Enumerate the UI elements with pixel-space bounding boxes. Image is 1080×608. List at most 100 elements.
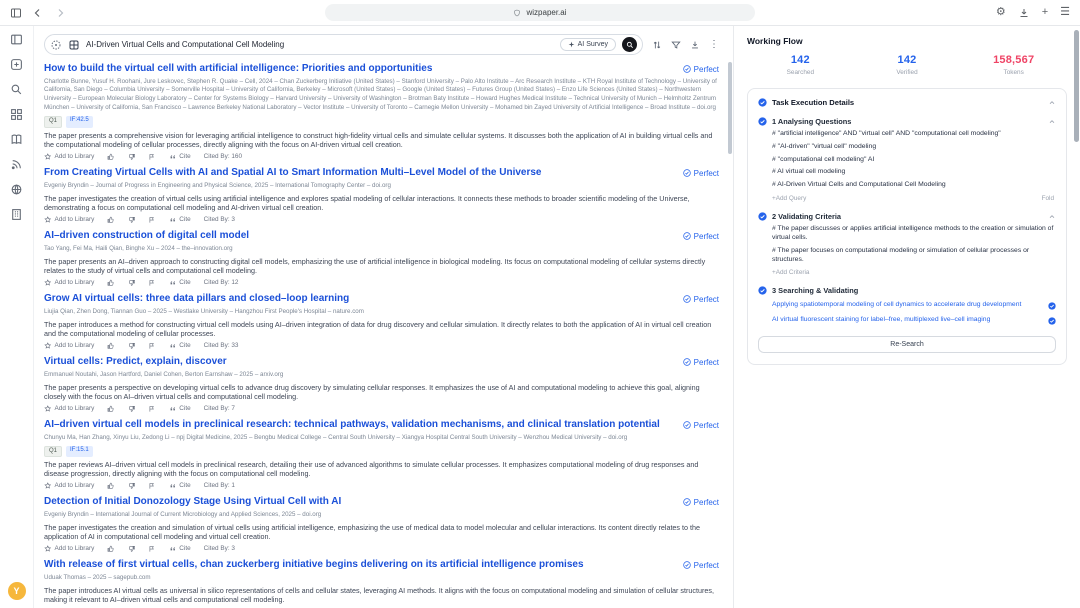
settings-gear-icon[interactable]: ⚙ xyxy=(996,7,1006,18)
thumbs-down-button[interactable] xyxy=(128,279,136,287)
cite-button[interactable]: Cite xyxy=(169,216,191,224)
cited-by[interactable]: Cited By: 7 xyxy=(204,405,235,412)
cite-button[interactable]: Cite xyxy=(169,279,191,287)
step-searching-validating[interactable]: 3 Searching & Validating xyxy=(758,286,1056,295)
flag-button[interactable] xyxy=(148,342,156,350)
ai-survey-button[interactable]: AI Survey xyxy=(560,38,616,51)
add-to-library-button[interactable]: Add to Library xyxy=(44,545,94,553)
menu-icon[interactable]: ☰ xyxy=(1060,7,1070,18)
paper-title[interactable]: From Creating Virtual Cells with AI and … xyxy=(44,167,673,180)
thumbs-up-button[interactable] xyxy=(107,405,115,413)
step-validating-criteria[interactable]: 2 Validating Criteria xyxy=(758,212,1056,221)
collections-icon[interactable] xyxy=(10,108,23,121)
add-to-library-button[interactable]: Add to Library xyxy=(44,342,94,350)
thumbs-up-button[interactable] xyxy=(107,482,115,490)
cited-by[interactable]: Cited By: 160 xyxy=(204,153,242,160)
collapse-chevron-icon[interactable] xyxy=(1048,213,1056,221)
validated-search-link[interactable]: AI virtual fluorescent staining for labe… xyxy=(772,316,990,325)
window-scrollbar[interactable] xyxy=(1074,30,1079,142)
new-tab-icon[interactable]: + xyxy=(1042,7,1048,18)
flag-button[interactable] xyxy=(148,545,156,553)
criteria-item[interactable]: # The paper focuses on computational mod… xyxy=(772,247,1056,265)
paper-title[interactable]: AI–driven construction of digital cell m… xyxy=(44,230,673,243)
results-scrollbar[interactable] xyxy=(728,62,732,154)
search-query-item[interactable]: # "AI-driven" "virtual cell" modeling xyxy=(772,143,1056,152)
collapse-rail-icon[interactable] xyxy=(10,33,23,46)
thumbs-down-button[interactable] xyxy=(128,342,136,350)
thumbs-up-button[interactable] xyxy=(107,279,115,287)
flag-button[interactable] xyxy=(148,216,156,224)
thumbs-up-button[interactable] xyxy=(107,153,115,161)
cite-button[interactable]: Cite xyxy=(169,545,191,553)
download-icon[interactable] xyxy=(1018,7,1030,19)
export-icon[interactable] xyxy=(690,40,700,50)
cite-button[interactable]: Cite xyxy=(169,342,191,350)
add-query-button[interactable]: +Add Query xyxy=(772,195,806,202)
cited-by[interactable]: Cited By: 3 xyxy=(204,545,235,552)
thumbs-down-button[interactable] xyxy=(128,545,136,553)
cite-button[interactable]: Cite xyxy=(169,482,191,490)
address-bar[interactable]: wizpaper.ai xyxy=(325,4,755,21)
search-submit-button[interactable] xyxy=(622,37,637,52)
category-grid-icon[interactable] xyxy=(68,39,80,51)
sidebar-toggle-icon[interactable] xyxy=(10,7,22,19)
flag-button[interactable] xyxy=(148,482,156,490)
organization-icon[interactable] xyxy=(10,208,23,221)
flag-button[interactable] xyxy=(148,153,156,161)
validated-search-row[interactable]: Applying spatiotemporal modeling of cell… xyxy=(772,301,1056,310)
cite-button[interactable]: Cite xyxy=(169,153,191,161)
cite-button[interactable]: Cite xyxy=(169,405,191,413)
sort-icon[interactable] xyxy=(652,40,662,50)
feed-icon[interactable] xyxy=(10,158,23,171)
scope-icon[interactable] xyxy=(50,39,62,51)
paper-title[interactable]: How to build the virtual cell with artif… xyxy=(44,63,673,76)
fold-button[interactable]: Fold xyxy=(1042,195,1054,202)
cited-by[interactable]: Cited By: 1 xyxy=(204,482,235,489)
collapse-chevron-icon[interactable] xyxy=(1048,99,1056,107)
search-query-item[interactable]: # "computational cell modeling" AI xyxy=(772,156,1056,165)
paper-title[interactable]: AI–driven virtual cell models in preclin… xyxy=(44,419,673,432)
flag-button[interactable] xyxy=(148,279,156,287)
paper-title[interactable]: Virtual cells: Predict, explain, discove… xyxy=(44,356,673,369)
cited-by[interactable]: Cited By: 33 xyxy=(204,342,239,349)
thumbs-down-button[interactable] xyxy=(128,216,136,224)
add-criteria-button[interactable]: +Add Criteria xyxy=(772,269,809,276)
search-icon[interactable] xyxy=(10,83,23,96)
add-to-library-button[interactable]: Add to Library xyxy=(44,405,94,413)
new-search-icon[interactable] xyxy=(10,58,23,71)
add-to-library-button[interactable]: Add to Library xyxy=(44,153,94,161)
search-bar[interactable]: AI-Driven Virtual Cells and Computationa… xyxy=(44,34,643,55)
search-query-item[interactable]: # "artificial intelligence" AND "virtual… xyxy=(772,130,1056,139)
validated-search-row[interactable]: AI virtual fluorescent staining for labe… xyxy=(772,316,1056,325)
search-input[interactable]: AI-Driven Virtual Cells and Computationa… xyxy=(86,40,554,49)
thumbs-down-button[interactable] xyxy=(128,482,136,490)
back-icon[interactable] xyxy=(32,7,44,19)
more-options-icon[interactable]: ⋮ xyxy=(709,40,719,50)
thumbs-down-button[interactable] xyxy=(128,153,136,161)
flag-button[interactable] xyxy=(148,405,156,413)
thumbs-up-button[interactable] xyxy=(107,545,115,553)
library-icon[interactable] xyxy=(10,133,23,146)
forward-icon[interactable] xyxy=(54,7,66,19)
cited-by[interactable]: Cited By: 3 xyxy=(204,216,235,223)
paper-title[interactable]: Grow AI virtual cells: three data pillar… xyxy=(44,293,673,306)
filter-icon[interactable] xyxy=(671,40,681,50)
add-to-library-button[interactable]: Add to Library xyxy=(44,482,94,490)
criteria-item[interactable]: # The paper discusses or applies artific… xyxy=(772,225,1056,243)
step-analysing-questions[interactable]: 1 Analysing Questions xyxy=(758,117,1056,126)
paper-title[interactable]: Detection of Initial Donozology Stage Us… xyxy=(44,496,673,509)
thumbs-up-button[interactable] xyxy=(107,342,115,350)
collapse-chevron-icon[interactable] xyxy=(1048,118,1056,126)
re-search-button[interactable]: Re-Search xyxy=(758,336,1056,353)
search-query-item[interactable]: # AI virtual cell modeling xyxy=(772,168,1056,177)
validated-search-link[interactable]: Applying spatiotemporal modeling of cell… xyxy=(772,301,1021,310)
add-to-library-button[interactable]: Add to Library xyxy=(44,216,94,224)
thumbs-up-button[interactable] xyxy=(107,216,115,224)
paper-title[interactable]: With release of first virtual cells, cha… xyxy=(44,559,673,572)
search-query-item[interactable]: # AI-Driven Virtual Cells and Computatio… xyxy=(772,181,1056,190)
discover-globe-icon[interactable] xyxy=(10,183,23,196)
add-to-library-button[interactable]: Add to Library xyxy=(44,279,94,287)
thumbs-down-button[interactable] xyxy=(128,405,136,413)
cited-by[interactable]: Cited By: 12 xyxy=(204,279,239,286)
user-avatar[interactable]: Y xyxy=(8,582,26,600)
